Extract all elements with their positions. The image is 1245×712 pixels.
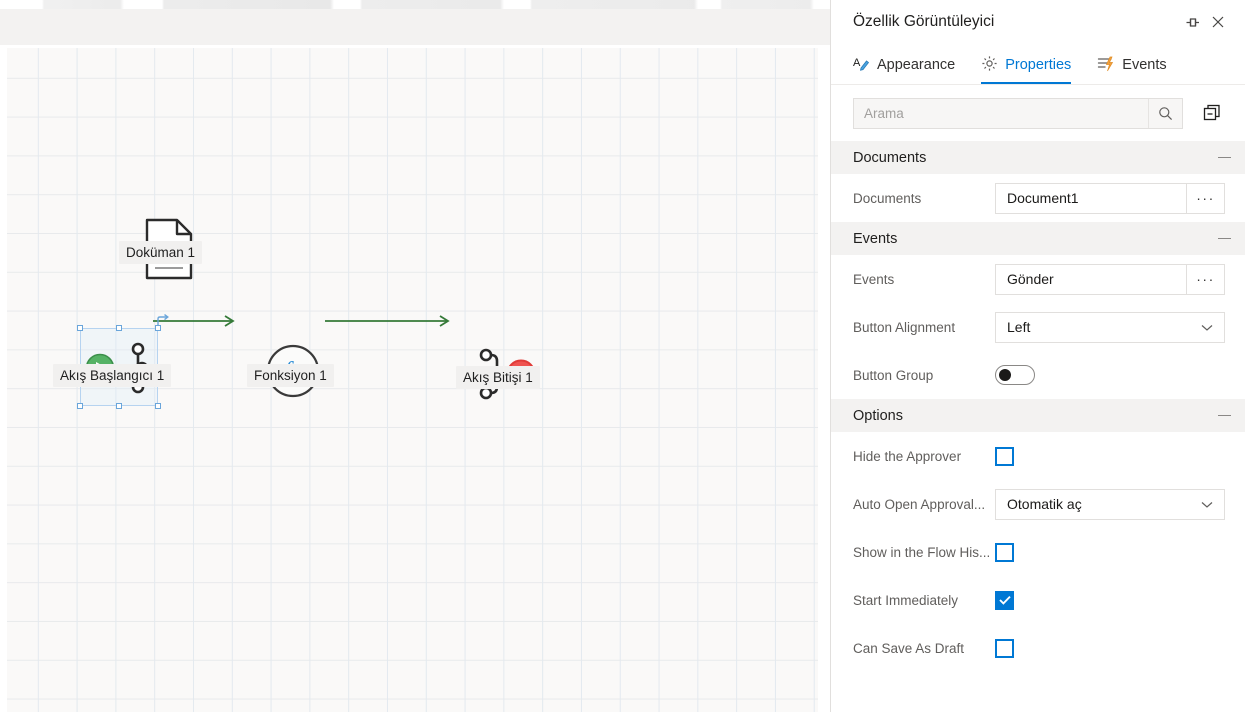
section-title-events: Events — [853, 230, 898, 247]
property-label-button-group: Button Group — [853, 367, 934, 383]
property-label-can-save-as-draft: Can Save As Draft — [853, 640, 965, 656]
svg-text:A: A — [853, 57, 861, 69]
toggle-knob — [999, 369, 1011, 381]
node-label-flow-end: Akış Bitişi 1 — [456, 366, 540, 389]
minus-icon — [1218, 156, 1231, 159]
search-input[interactable] — [854, 98, 1148, 128]
check-icon — [998, 595, 1011, 605]
property-row-show-in-flow-history: Show in the Flow His... — [831, 528, 1245, 576]
section-header-events[interactable]: Events — [831, 222, 1245, 255]
tab-appearance-label: Appearance — [877, 57, 956, 73]
events-field[interactable]: ··· — [995, 263, 1225, 295]
documents-browse-button[interactable]: ··· — [1186, 183, 1224, 213]
chevron-down-icon — [1201, 496, 1213, 512]
hide-the-approver-checkbox[interactable] — [995, 446, 1014, 466]
button-alignment-select[interactable]: Left — [995, 311, 1225, 343]
tab-properties[interactable]: Properties — [977, 46, 1081, 84]
gear-icon — [981, 55, 998, 76]
property-row-button-group: Button Group — [831, 351, 1245, 399]
resize-handle-s[interactable] — [116, 403, 122, 409]
resize-handle-se[interactable] — [155, 403, 161, 409]
flow-designer-canvas[interactable]: Doküman 1 Akış Başlangıcı 1 Fonksiyon 1 … — [7, 48, 818, 712]
section-title-documents: Documents — [853, 149, 927, 166]
section-header-documents[interactable]: Documents — [831, 141, 1245, 174]
property-row-start-immediately: Start Immediately — [831, 576, 1245, 624]
events-browse-button[interactable]: ··· — [1186, 264, 1224, 294]
property-label-hide-the-approver: Hide the Approver — [853, 448, 962, 464]
property-viewer-panel: Özellik Görüntüleyici A Appearance Prope… — [830, 0, 1245, 712]
start-immediately-checkbox[interactable] — [995, 590, 1014, 610]
property-row-hide-the-approver: Hide the Approver — [831, 432, 1245, 480]
auto-open-approval-value: Otomatik aç — [1007, 496, 1082, 512]
rotate-handle-icon[interactable] — [155, 314, 171, 330]
property-label-show-in-flow-history: Show in the Flow His... — [853, 544, 991, 560]
lightning-events-icon — [1097, 55, 1115, 76]
property-label-auto-open-approval: Auto Open Approval... — [853, 496, 986, 512]
minus-icon — [1218, 237, 1231, 240]
property-label-events: Events — [853, 271, 895, 287]
pin-icon[interactable] — [1179, 9, 1205, 35]
toolbar-ghost-strip — [0, 0, 830, 9]
tab-events[interactable]: Events — [1093, 46, 1176, 84]
property-row-auto-open-approval: Auto Open Approval... Otomatik aç — [831, 480, 1245, 528]
resize-handle-nw[interactable] — [77, 325, 83, 331]
resize-handle-sw[interactable] — [77, 403, 83, 409]
property-label-start-immediately: Start Immediately — [853, 592, 959, 608]
search-box[interactable] — [853, 97, 1183, 129]
tab-properties-label: Properties — [1005, 57, 1072, 73]
toolbar-background — [0, 9, 830, 45]
can-save-as-draft-checkbox[interactable] — [995, 638, 1014, 658]
property-row-documents: Documents ··· — [831, 174, 1245, 222]
minus-icon — [1218, 414, 1231, 417]
property-row-events: Events ··· — [831, 255, 1245, 303]
auto-open-approval-select[interactable]: Otomatik aç — [995, 488, 1225, 520]
documents-input[interactable] — [996, 183, 1186, 213]
property-label-documents: Documents — [853, 190, 922, 206]
button-alignment-value: Left — [1007, 319, 1031, 335]
property-row-button-alignment: Button Alignment Left — [831, 303, 1245, 351]
resize-handle-n[interactable] — [116, 325, 122, 331]
section-header-options[interactable]: Options — [831, 399, 1245, 432]
show-in-flow-history-checkbox[interactable] — [995, 542, 1014, 562]
collapse-all-icon[interactable] — [1191, 98, 1233, 129]
documents-field[interactable]: ··· — [995, 182, 1225, 214]
tab-appearance[interactable]: A Appearance — [849, 46, 965, 84]
panel-tabs: A Appearance Properties Events — [831, 44, 1245, 85]
node-label-function: Fonksiyon 1 — [247, 364, 334, 387]
search-icon[interactable] — [1148, 98, 1182, 128]
button-group-toggle[interactable] — [995, 365, 1035, 385]
search-row — [831, 85, 1245, 141]
panel-title: Özellik Görüntüleyici — [853, 13, 995, 30]
panel-header: Özellik Görüntüleyici — [831, 0, 1245, 44]
property-row-can-save-as-draft: Can Save As Draft — [831, 624, 1245, 672]
node-label-flow-start: Akış Başlangıcı 1 — [53, 364, 172, 387]
node-label-document: Doküman 1 — [119, 241, 203, 264]
flow-designer: Doküman 1 Akış Başlangıcı 1 Fonksiyon 1 … — [0, 0, 830, 712]
close-icon[interactable] — [1205, 9, 1231, 35]
appearance-pencil-icon: A — [853, 55, 870, 76]
events-input[interactable] — [996, 264, 1186, 294]
tab-events-label: Events — [1122, 57, 1167, 73]
property-label-button-alignment: Button Alignment — [853, 319, 956, 335]
chevron-down-icon — [1201, 319, 1213, 335]
section-title-options: Options — [853, 407, 903, 424]
